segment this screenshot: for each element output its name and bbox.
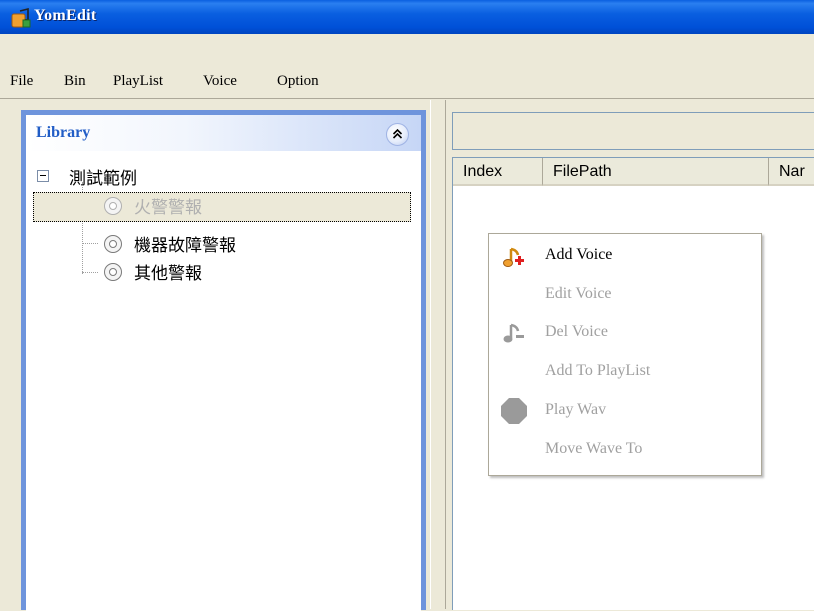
tree-connector	[82, 272, 98, 273]
menu-file[interactable]: File	[10, 73, 33, 90]
tree-item-label[interactable]: 機器故障警報	[134, 231, 236, 256]
menu-bin[interactable]: Bin	[64, 73, 86, 90]
panel-splitter[interactable]	[430, 100, 446, 609]
menu-separator	[0, 98, 814, 99]
library-title: Library	[36, 124, 91, 141]
move-wave-to-item[interactable]: Move Wave To	[545, 440, 642, 458]
window-title: YomEdit	[34, 7, 97, 24]
column-label: Index	[463, 163, 503, 180]
cd-icon	[104, 263, 122, 281]
menu-playlist[interactable]: PlayList	[113, 73, 163, 90]
app-music-icon	[11, 8, 31, 28]
double-chevron-up-icon	[392, 128, 403, 139]
collapse-button[interactable]	[386, 123, 409, 146]
tree-item-selected[interactable]	[33, 192, 411, 222]
cd-icon	[104, 235, 122, 253]
right-toolbar	[452, 112, 814, 150]
menu-voice[interactable]: Voice	[203, 73, 237, 90]
column-header-name[interactable]: Nar	[769, 158, 814, 186]
add-voice-item[interactable]: Add Voice	[545, 246, 612, 264]
tree-item-label[interactable]: 其他警報	[134, 259, 202, 284]
del-voice-item[interactable]: Del Voice	[545, 323, 608, 341]
column-label: FilePath	[553, 163, 612, 180]
note-add-icon	[503, 247, 524, 267]
edit-voice-item[interactable]: Edit Voice	[545, 285, 612, 303]
title-bar[interactable]: YomEdit	[0, 0, 814, 34]
note-remove-icon	[503, 323, 524, 343]
tree-collapse-toggle[interactable]	[37, 170, 49, 182]
stop-octagon-icon	[501, 398, 527, 424]
tree-connector	[82, 243, 98, 244]
play-wav-item[interactable]: Play Wav	[545, 401, 606, 419]
add-to-playlist-item[interactable]: Add To PlayList	[545, 362, 650, 380]
column-header-index[interactable]: Index	[453, 158, 543, 186]
column-label: Nar	[779, 163, 805, 180]
column-header-filepath[interactable]: FilePath	[543, 158, 769, 186]
cd-icon	[104, 197, 122, 215]
context-menu: Add Voice Edit Voice Del Voice Add To Pl…	[488, 233, 762, 476]
tree-item-label[interactable]: 火警警報	[134, 193, 202, 218]
tree-root-label[interactable]: 測試範例	[69, 164, 137, 189]
menu-option[interactable]: Option	[277, 73, 319, 90]
